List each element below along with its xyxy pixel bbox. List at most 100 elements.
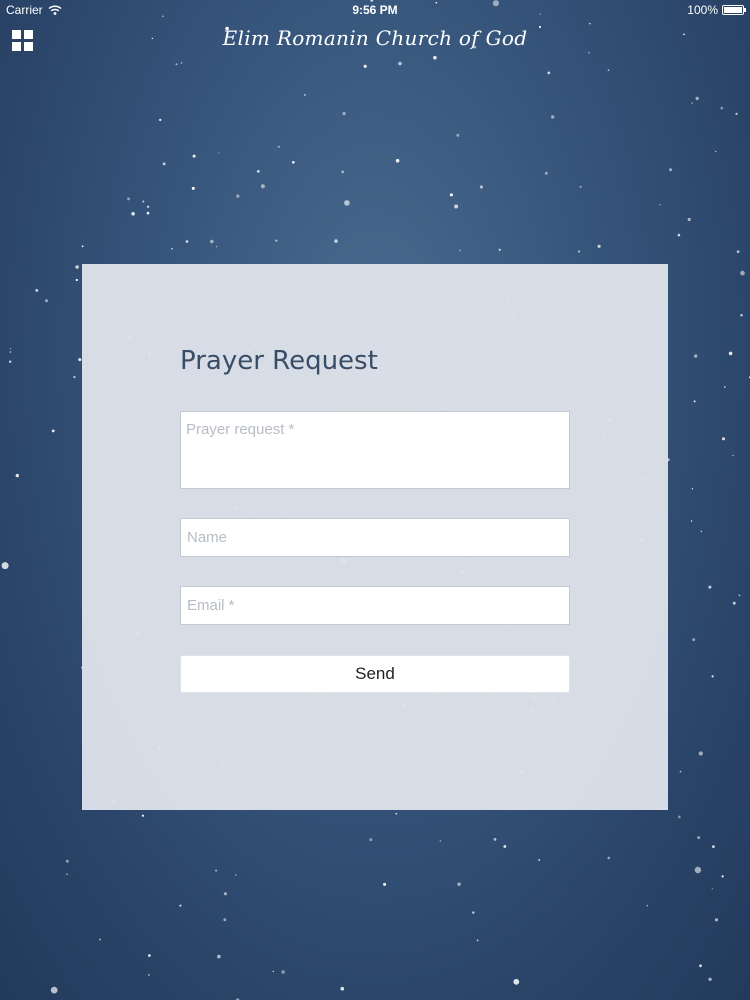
star bbox=[714, 918, 719, 922]
star bbox=[498, 248, 501, 251]
star bbox=[148, 954, 151, 957]
star bbox=[9, 348, 12, 350]
star bbox=[503, 845, 507, 848]
star bbox=[215, 869, 218, 872]
star bbox=[51, 429, 55, 433]
star bbox=[142, 200, 145, 203]
star bbox=[695, 96, 699, 101]
star bbox=[740, 314, 743, 317]
email-input[interactable] bbox=[180, 586, 570, 625]
star bbox=[736, 250, 740, 254]
star bbox=[281, 970, 285, 974]
status-time: 9:56 PM bbox=[352, 3, 398, 17]
star bbox=[210, 239, 214, 244]
star bbox=[216, 246, 218, 248]
star bbox=[669, 168, 673, 172]
star bbox=[334, 239, 338, 243]
star bbox=[35, 289, 39, 292]
star bbox=[690, 520, 693, 522]
star bbox=[479, 185, 483, 189]
star bbox=[223, 918, 227, 922]
star bbox=[171, 247, 173, 250]
star bbox=[217, 954, 221, 959]
star bbox=[344, 200, 350, 206]
star bbox=[724, 386, 726, 388]
star bbox=[659, 204, 661, 206]
star bbox=[449, 193, 453, 197]
star bbox=[147, 205, 150, 208]
star bbox=[275, 239, 278, 242]
star bbox=[9, 351, 12, 353]
star bbox=[715, 150, 717, 153]
star bbox=[457, 882, 461, 886]
star bbox=[738, 594, 741, 597]
star bbox=[708, 977, 712, 981]
star bbox=[728, 351, 733, 356]
star bbox=[395, 812, 398, 815]
star bbox=[235, 874, 237, 876]
star bbox=[711, 888, 713, 890]
star bbox=[272, 970, 274, 973]
star bbox=[694, 354, 698, 358]
star bbox=[708, 585, 712, 589]
star bbox=[439, 840, 441, 842]
star bbox=[9, 360, 12, 363]
form-title: Prayer Request bbox=[180, 346, 378, 376]
star bbox=[277, 145, 280, 148]
star bbox=[691, 102, 693, 104]
prayer-request-input[interactable] bbox=[180, 411, 570, 489]
star bbox=[700, 530, 703, 533]
star bbox=[740, 270, 745, 276]
star bbox=[693, 400, 696, 403]
star bbox=[45, 299, 48, 303]
star bbox=[454, 204, 459, 209]
star bbox=[677, 233, 681, 237]
star bbox=[148, 974, 150, 976]
battery-percent: 100% bbox=[687, 3, 718, 17]
star bbox=[721, 437, 726, 441]
star bbox=[735, 112, 738, 115]
star bbox=[679, 770, 682, 773]
app-header: Elim Romanin Church of God bbox=[0, 20, 750, 66]
star bbox=[732, 454, 734, 457]
name-input[interactable] bbox=[180, 518, 570, 557]
star bbox=[544, 171, 548, 175]
star bbox=[607, 856, 611, 860]
star bbox=[732, 601, 736, 605]
star bbox=[146, 211, 150, 215]
status-bar: Carrier 9:56 PM 100% bbox=[0, 0, 750, 20]
star bbox=[292, 161, 295, 164]
star bbox=[720, 106, 724, 110]
send-button[interactable]: Send bbox=[180, 655, 570, 693]
star bbox=[547, 71, 551, 75]
star bbox=[73, 375, 76, 379]
status-right: 100% bbox=[687, 3, 746, 17]
star bbox=[493, 838, 497, 841]
star bbox=[513, 978, 520, 985]
star bbox=[691, 488, 694, 490]
star bbox=[697, 836, 701, 840]
star bbox=[699, 964, 702, 968]
star bbox=[218, 152, 220, 154]
star bbox=[459, 249, 461, 252]
star bbox=[579, 185, 582, 188]
star bbox=[711, 675, 714, 678]
star bbox=[192, 154, 196, 158]
star bbox=[721, 875, 724, 878]
star bbox=[15, 473, 19, 478]
star bbox=[687, 217, 691, 222]
star bbox=[646, 905, 648, 907]
star bbox=[678, 815, 681, 819]
star bbox=[50, 986, 58, 994]
star bbox=[236, 194, 240, 198]
star bbox=[342, 112, 346, 116]
star bbox=[141, 814, 144, 817]
app-title: Elim Romanin Church of God bbox=[222, 26, 528, 50]
battery-icon bbox=[722, 5, 746, 15]
star bbox=[383, 882, 387, 886]
star bbox=[607, 69, 610, 71]
star bbox=[341, 170, 345, 174]
star bbox=[369, 838, 373, 842]
star bbox=[131, 212, 135, 216]
star bbox=[304, 94, 306, 96]
